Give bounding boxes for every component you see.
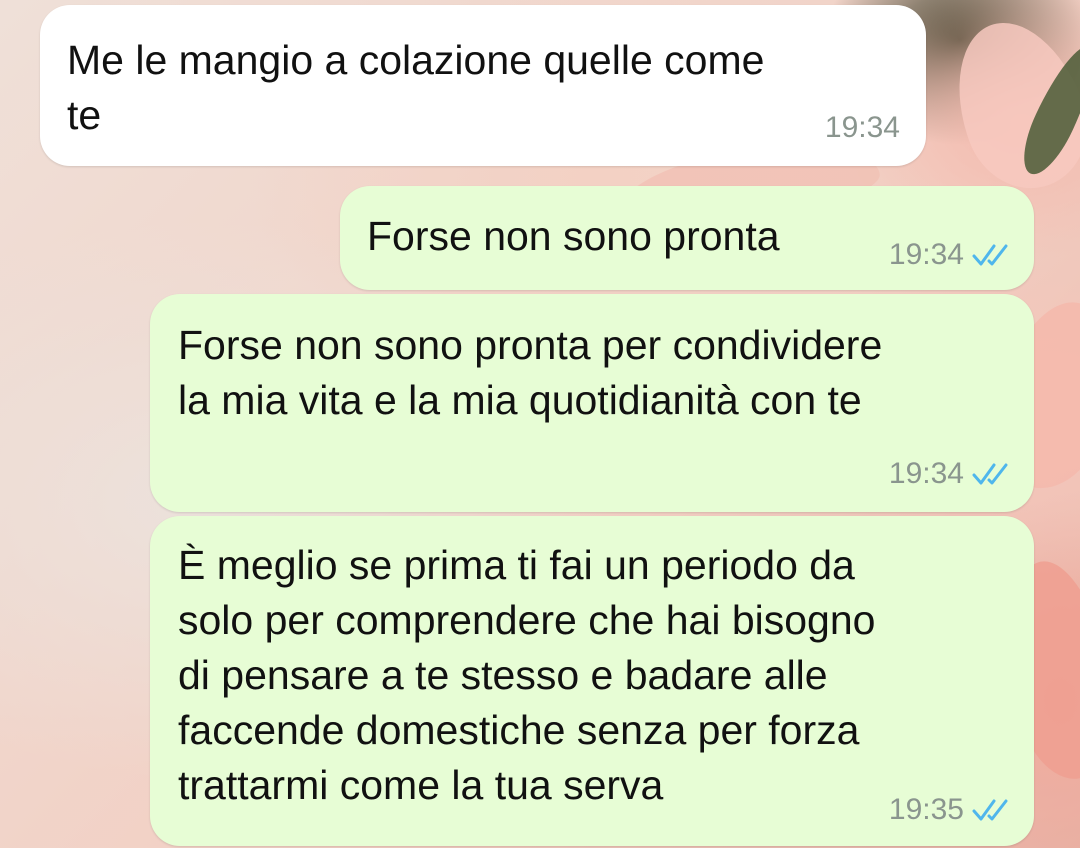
- message-time: 19:34: [824, 111, 900, 144]
- message-bubble-incoming[interactable]: Me le mangio a colazione quelle come te …: [40, 5, 926, 166]
- message-text: Forse non sono pronta per condividere la…: [178, 322, 883, 423]
- message-time: 19:34: [888, 457, 964, 490]
- message-text: Me le mangio a colazione quelle come te: [67, 37, 765, 138]
- double-check-icon: [972, 799, 1008, 821]
- double-check-icon: [972, 244, 1008, 266]
- message-bubble-outgoing[interactable]: Forse non sono pronta per condividere la…: [150, 294, 1034, 512]
- message-text: È meglio se prima ti fai un periodo da s…: [178, 542, 876, 808]
- double-check-icon: [972, 463, 1008, 485]
- message-bubble-outgoing[interactable]: È meglio se prima ti fai un periodo da s…: [150, 516, 1034, 846]
- message-meta: 19:34: [889, 456, 1014, 492]
- message-meta: 19:34: [825, 110, 900, 146]
- message-text: Forse non sono pronta: [367, 213, 780, 259]
- message-time: 19:34: [888, 238, 964, 271]
- message-bubble-outgoing[interactable]: Forse non sono pronta 19:34: [340, 186, 1034, 290]
- message-time: 19:35: [888, 793, 964, 826]
- message-meta: 19:34: [889, 237, 1014, 273]
- message-meta: 19:35: [889, 792, 1014, 828]
